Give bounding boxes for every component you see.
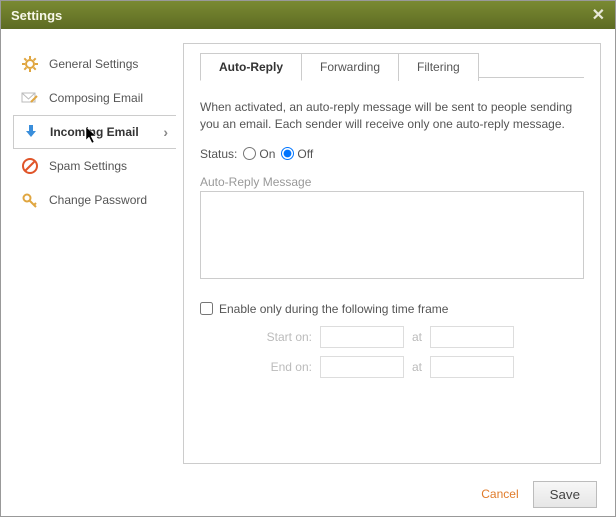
download-arrow-icon	[22, 123, 40, 141]
end-time-input	[430, 356, 514, 378]
sidebar-item-change-password[interactable]: Change Password	[13, 183, 175, 217]
enable-timeframe-checkbox[interactable]	[200, 302, 213, 315]
sidebar-item-spam-settings[interactable]: Spam Settings	[13, 149, 175, 183]
start-on-label: Start on:	[200, 330, 312, 344]
auto-reply-description: When activated, an auto-reply message wi…	[200, 99, 584, 133]
auto-reply-message-input[interactable]	[200, 191, 584, 279]
status-off-radio[interactable]	[281, 147, 294, 160]
sidebar-item-composing-email[interactable]: Composing Email	[13, 81, 175, 115]
sidebar-item-incoming-email[interactable]: Incoming Email	[13, 115, 176, 149]
tab-auto-reply[interactable]: Auto-Reply	[200, 53, 302, 81]
sidebar-item-general-settings[interactable]: General Settings	[13, 47, 175, 81]
sidebar-item-label: Change Password	[49, 193, 147, 207]
status-off-option[interactable]: Off	[281, 147, 313, 161]
start-on-row: Start on: at	[200, 326, 584, 348]
sidebar: General Settings Composing Email Incomin…	[1, 43, 175, 464]
sidebar-item-label: Spam Settings	[49, 159, 127, 173]
compose-icon	[21, 89, 39, 107]
tab-body-auto-reply: When activated, an auto-reply message wi…	[200, 81, 584, 378]
content-panel: Auto-Reply Forwarding Filtering When act…	[183, 43, 601, 464]
settings-dialog: Settings ✕ General Settings Composing Em…	[0, 0, 616, 517]
key-icon	[21, 191, 39, 209]
sidebar-item-label: General Settings	[49, 57, 138, 71]
status-label: Status:	[200, 147, 237, 161]
start-date-input	[320, 326, 404, 348]
tabs: Auto-Reply Forwarding Filtering	[200, 53, 584, 81]
cancel-button[interactable]: Cancel	[481, 487, 518, 501]
block-icon	[21, 157, 39, 175]
save-button[interactable]: Save	[533, 481, 597, 508]
enable-timeframe-option[interactable]: Enable only during the following time fr…	[200, 302, 584, 316]
status-off-label: Off	[297, 147, 313, 161]
sidebar-item-label: Incoming Email	[50, 125, 139, 139]
status-on-option[interactable]: On	[243, 147, 275, 161]
timeframe-section: Enable only during the following time fr…	[200, 302, 584, 378]
status-on-radio[interactable]	[243, 147, 256, 160]
status-on-label: On	[259, 147, 275, 161]
enable-timeframe-label: Enable only during the following time fr…	[219, 302, 448, 316]
at-label: at	[412, 330, 422, 344]
message-label: Auto-Reply Message	[200, 175, 584, 189]
end-on-label: End on:	[200, 360, 312, 374]
status-row: Status: On Off	[200, 147, 584, 161]
end-date-input	[320, 356, 404, 378]
at-label: at	[412, 360, 422, 374]
tab-forwarding[interactable]: Forwarding	[301, 53, 399, 81]
gear-icon	[21, 55, 39, 73]
sidebar-item-label: Composing Email	[49, 91, 143, 105]
footer: Cancel Save	[1, 472, 615, 516]
close-icon[interactable]: ✕	[592, 5, 605, 25]
window-title: Settings	[11, 8, 62, 23]
end-on-row: End on: at	[200, 356, 584, 378]
titlebar: Settings ✕	[1, 1, 615, 29]
start-time-input	[430, 326, 514, 348]
tab-filtering[interactable]: Filtering	[398, 53, 479, 81]
